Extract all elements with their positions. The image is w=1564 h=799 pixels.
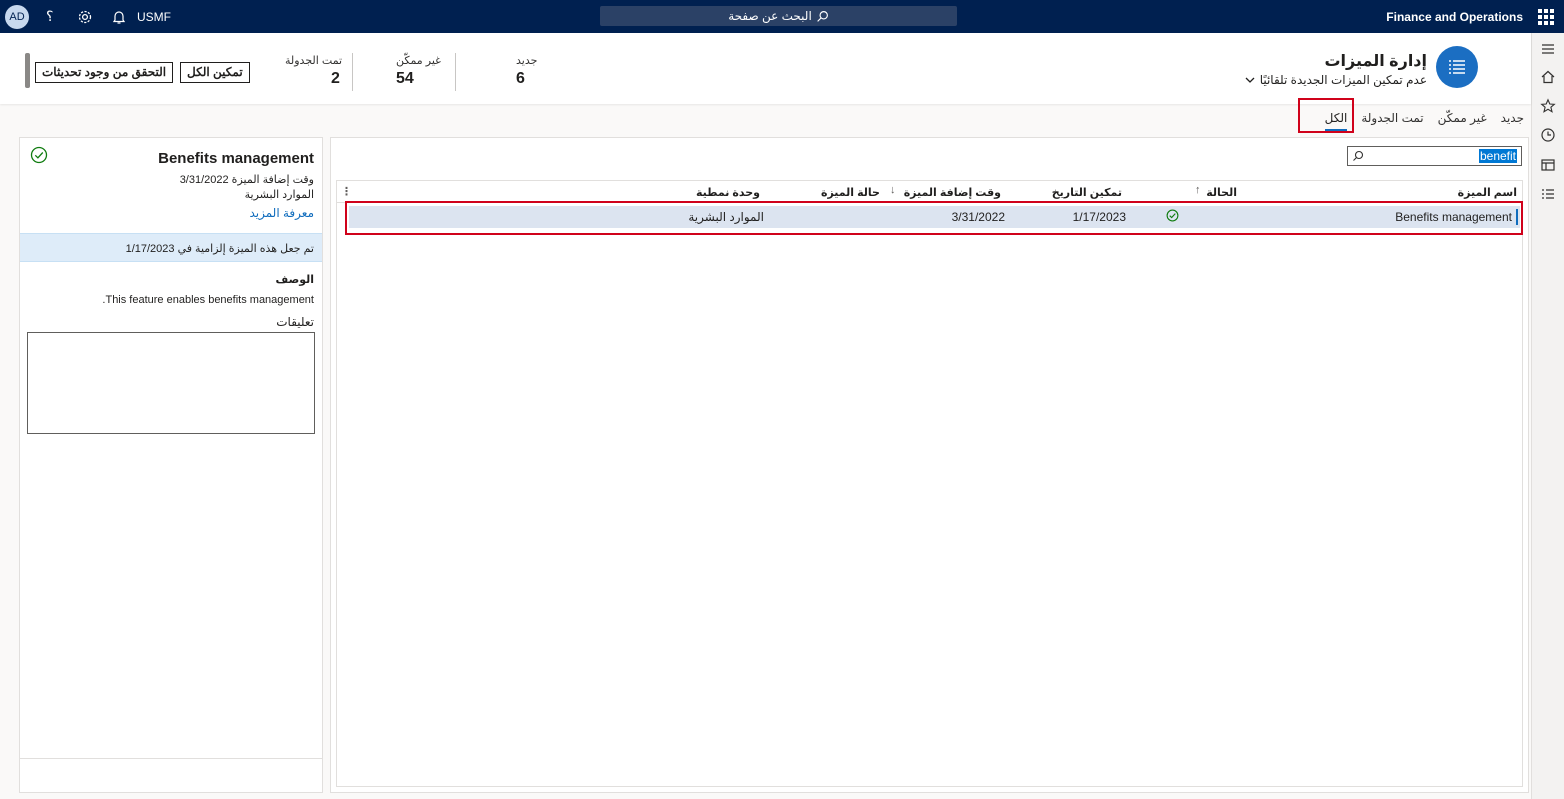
column-options-icon[interactable]: ⋮ xyxy=(341,185,352,198)
chevron-down-icon xyxy=(1245,77,1255,83)
sort-descending-icon: ↓ xyxy=(890,184,896,196)
bell-icon[interactable] xyxy=(111,9,127,25)
tab-new[interactable]: جديد xyxy=(1501,109,1524,127)
clock-icon[interactable] xyxy=(1540,127,1556,143)
avatar[interactable]: AD xyxy=(5,5,29,29)
check-circle-icon xyxy=(30,146,48,164)
mandatory-banner: تم جعل هذه الميزة إلزامية في 1/17/2023 xyxy=(20,233,322,262)
enable-all-button[interactable]: تمكين الكل xyxy=(180,62,250,83)
star-icon[interactable] xyxy=(1540,98,1556,114)
search-icon xyxy=(1353,150,1364,161)
tile-not-enabled-value: 54 xyxy=(396,70,414,87)
tab-scheduled[interactable]: تمت الجدولة xyxy=(1361,109,1423,127)
tile-scheduled[interactable]: تمت الجدولة 2 xyxy=(285,54,342,88)
column-enabled-date[interactable]: تمكين التاريخ xyxy=(1052,186,1122,199)
tile-new-label: جديد xyxy=(516,55,538,67)
page-search-box[interactable]: البحث عن صفحة xyxy=(600,6,957,26)
comments-label: تعليقات xyxy=(276,315,314,329)
feature-tabs: جديد غير ممكّن تمت الجدولة الكل xyxy=(1324,109,1524,131)
column-status[interactable]: الحالة xyxy=(1206,186,1237,199)
top-navigation-bar: Finance and Operations البحث عن صفحة AD … xyxy=(0,0,1564,33)
tile-not-enabled-label: غير ممكّن xyxy=(396,55,441,67)
highlight-box-tab xyxy=(1298,98,1354,133)
gear-icon[interactable] xyxy=(77,9,93,25)
filter-input[interactable]: benefit xyxy=(1347,146,1522,166)
feature-management-icon xyxy=(1436,46,1478,88)
tile-divider xyxy=(455,53,456,91)
description-label: الوصف xyxy=(275,274,314,286)
tile-not-enabled[interactable]: غير ممكّن 54 xyxy=(396,54,441,88)
tile-scheduled-label: تمت الجدولة xyxy=(285,55,343,67)
menu-icon[interactable] xyxy=(1540,41,1556,57)
help-icon[interactable]: ؟ xyxy=(46,8,53,25)
column-feature-state[interactable]: حالة الميزة xyxy=(821,186,880,199)
tile-new-value: 6 xyxy=(516,70,525,87)
app-launcher-icon[interactable] xyxy=(1538,9,1554,25)
filter-value: benefit xyxy=(1478,149,1517,163)
auto-enable-label: عدم تمكين الميزات الجديدة تلقائيًا xyxy=(1259,73,1427,87)
column-module[interactable]: وحدة نمطية xyxy=(696,186,760,199)
workspace-header: إدارة الميزات عدم تمكين الميزات الجديدة … xyxy=(0,33,1531,104)
modules-icon[interactable] xyxy=(1540,187,1556,203)
details-added-date: وقت إضافة الميزة 3/31/2022 xyxy=(179,174,314,186)
app-name[interactable]: Finance and Operations xyxy=(1386,10,1523,24)
action-pane-handle[interactable] xyxy=(25,53,30,88)
learn-more-link[interactable]: معرفة المزيد xyxy=(249,206,314,220)
grid-header: ⋮ اسم الميزة الحالة ↑ تمكين التاريخ وقت … xyxy=(337,181,1522,203)
highlight-box-row xyxy=(345,201,1523,235)
search-placeholder: البحث عن صفحة xyxy=(728,9,812,23)
feature-list-panel: benefit ⋮ اسم الميزة الحالة ↑ تمكين التا… xyxy=(330,137,1529,793)
search-icon xyxy=(817,10,828,22)
tile-new[interactable]: جديد 6 xyxy=(516,54,537,88)
tile-scheduled-value: 2 xyxy=(331,70,340,87)
tab-not-enabled[interactable]: غير ممكّن xyxy=(1438,109,1487,127)
sort-ascending-icon: ↑ xyxy=(1195,184,1201,196)
company-picker[interactable]: USMF xyxy=(137,10,171,24)
comments-field[interactable] xyxy=(27,332,315,434)
details-title: Benefits management xyxy=(158,150,314,167)
workspace-icon[interactable] xyxy=(1540,157,1556,173)
feature-details-pane: Benefits management وقت إضافة الميزة 3/3… xyxy=(19,137,323,793)
column-feature-name[interactable]: اسم الميزة xyxy=(1458,186,1517,199)
page-title: إدارة الميزات xyxy=(1324,53,1427,70)
feature-grid: ⋮ اسم الميزة الحالة ↑ تمكين التاريخ وقت … xyxy=(336,180,1523,787)
details-module: الموارد البشرية xyxy=(244,189,314,201)
description-text: This feature enables benefits management… xyxy=(102,294,314,306)
column-feature-added[interactable]: وقت إضافة الميزة xyxy=(904,186,1001,199)
tile-divider xyxy=(352,53,353,91)
auto-enable-dropdown[interactable]: عدم تمكين الميزات الجديدة تلقائيًا xyxy=(1244,73,1427,87)
divider xyxy=(20,758,322,759)
check-updates-button[interactable]: التحقق من وجود تحديثات xyxy=(35,62,174,83)
home-icon[interactable] xyxy=(1540,69,1556,85)
side-navigation xyxy=(1531,33,1564,799)
